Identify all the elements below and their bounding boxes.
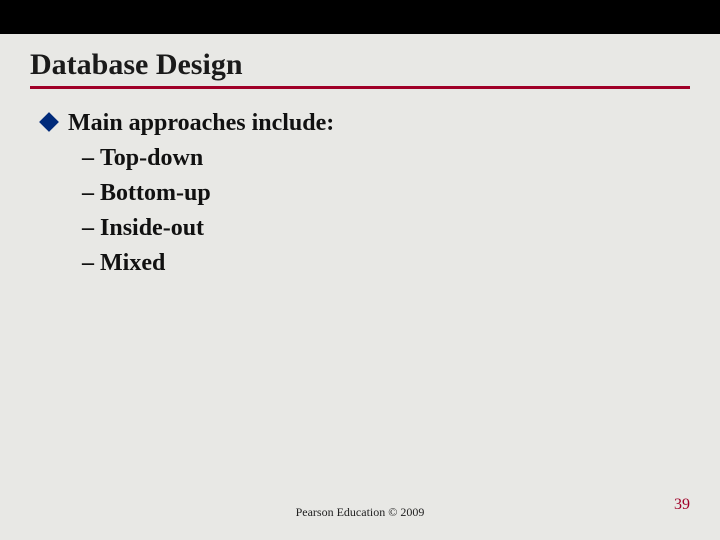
diamond-icon bbox=[39, 112, 59, 132]
list-item: –Top-down bbox=[82, 141, 690, 176]
dash-icon: – bbox=[82, 145, 94, 171]
footer-text: Pearson Education © 2009 bbox=[0, 505, 720, 520]
title-underline bbox=[30, 86, 690, 89]
list-item: –Bottom-up bbox=[82, 176, 690, 211]
slide-content: Database Design Main approaches include:… bbox=[0, 34, 720, 281]
sub-list: –Top-down –Bottom-up –Inside-out –Mixed bbox=[82, 141, 690, 280]
list-item: –Inside-out bbox=[82, 211, 690, 246]
list-item-label: Inside-out bbox=[100, 215, 204, 241]
list-item-label: Mixed bbox=[100, 250, 165, 276]
slide-title: Database Design bbox=[30, 48, 690, 82]
main-bullet: Main approaches include: bbox=[42, 107, 690, 139]
dash-icon: – bbox=[82, 180, 94, 206]
page-number: 39 bbox=[674, 496, 690, 514]
list-item-label: Bottom-up bbox=[100, 180, 211, 206]
top-bar bbox=[0, 0, 720, 34]
list-item: –Mixed bbox=[82, 246, 690, 281]
list-item-label: Top-down bbox=[100, 145, 203, 171]
dash-icon: – bbox=[82, 215, 94, 241]
dash-icon: – bbox=[82, 250, 94, 276]
lead-text: Main approaches include: bbox=[68, 107, 334, 139]
